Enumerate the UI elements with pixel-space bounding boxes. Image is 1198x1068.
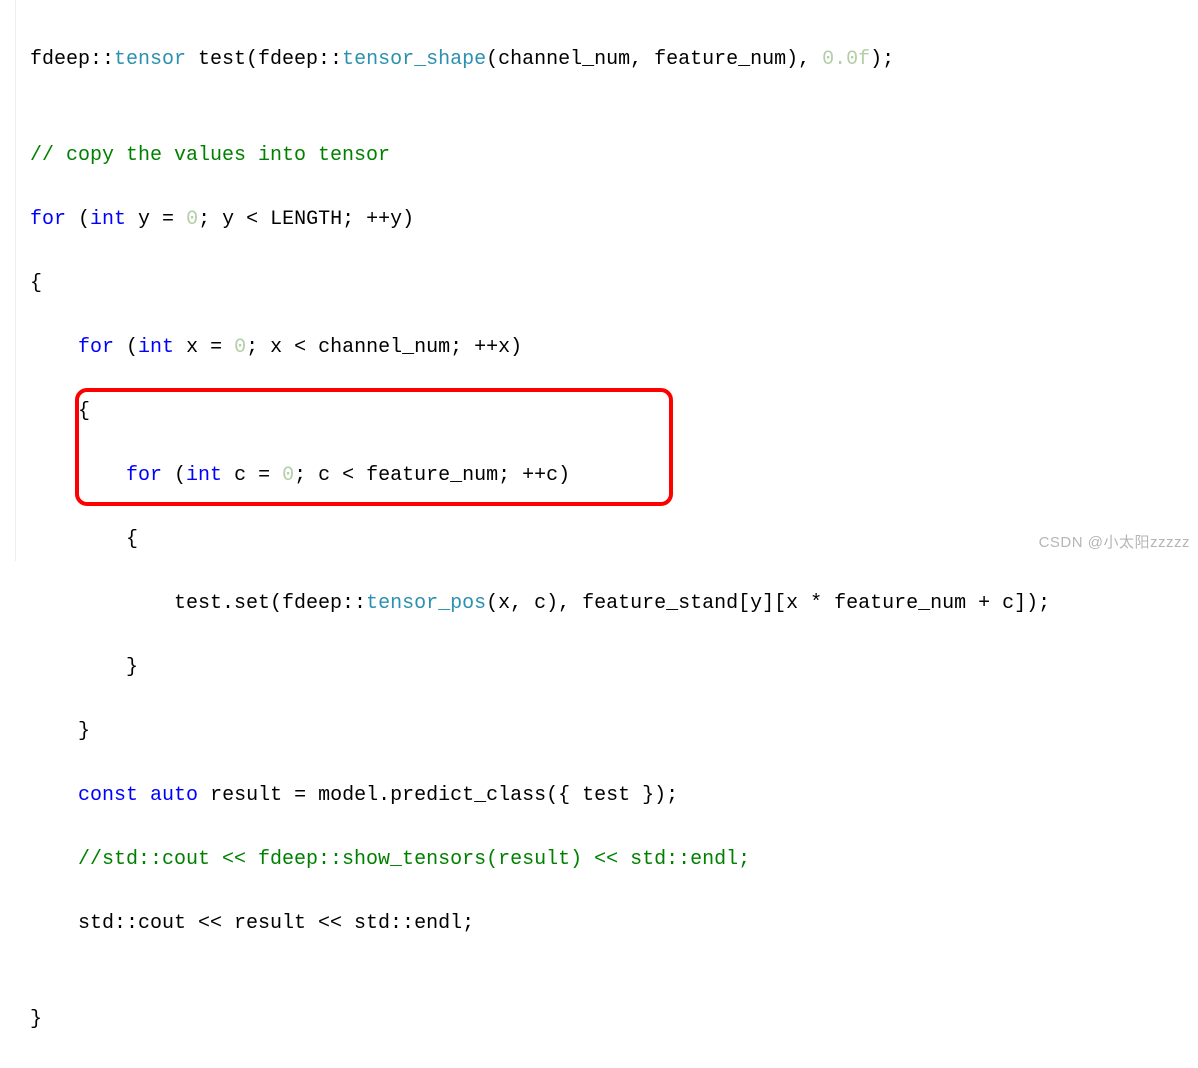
code-line: for (int c = 0; c < feature_num; ++c) (30, 460, 1198, 492)
code-line: } (30, 652, 1198, 684)
code-line: { (30, 524, 1198, 556)
code-line: { (30, 268, 1198, 300)
code-line: } (30, 716, 1198, 748)
code-line: } (30, 1004, 1198, 1036)
code-line: test.set(fdeep::tensor_pos(x, c), featur… (30, 588, 1198, 620)
code-line: fdeep::tensor test(fdeep::tensor_shape(c… (30, 44, 1198, 76)
code-line: for (int x = 0; x < channel_num; ++x) (30, 332, 1198, 364)
code-line: // copy the values into tensor (30, 140, 1198, 172)
code-line: for (int y = 0; y < LENGTH; ++y) (30, 204, 1198, 236)
code-line: const auto result = model.predict_class(… (30, 780, 1198, 812)
code-line: { (30, 396, 1198, 428)
code-line: std::cout << result << std::endl; (30, 908, 1198, 940)
code-line: //std::cout << fdeep::show_tensors(resul… (30, 844, 1198, 876)
watermark: CSDN @小太阳zzzzz (1039, 531, 1190, 555)
code-block: fdeep::tensor test(fdeep::tensor_shape(c… (0, 0, 1198, 1068)
